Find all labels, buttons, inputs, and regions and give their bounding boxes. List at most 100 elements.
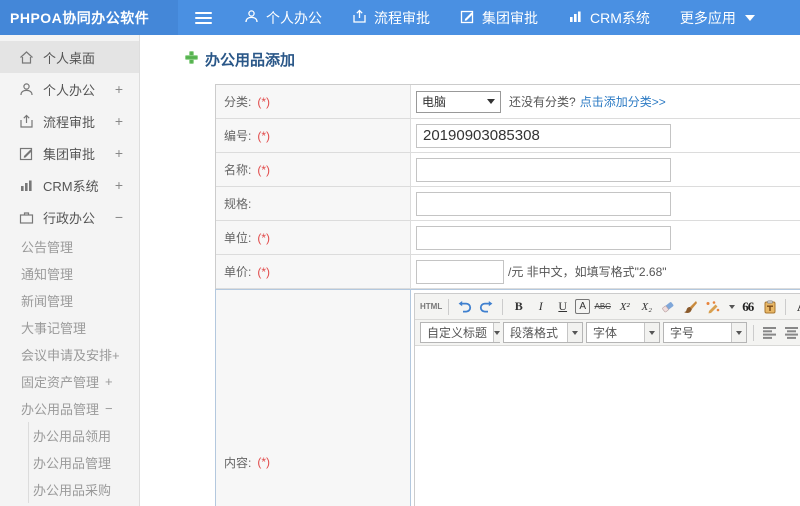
sidebar-item-meeting-request[interactable]: 会议申请及安排+ xyxy=(0,341,139,368)
expand-marker[interactable]: + xyxy=(105,374,113,389)
expand-marker[interactable]: + xyxy=(115,145,123,161)
sidebar-item-crm[interactable]: CRM系统 + xyxy=(0,169,139,201)
main-panel: 办公用品添加 分类: (*) 电脑 还没有分类? 点击添加分类>> 编号: (*… xyxy=(140,35,800,506)
underline-button[interactable]: U xyxy=(553,297,572,317)
sidebar-item-admin-office[interactable]: 行政办公 − xyxy=(0,201,139,233)
font-family-select[interactable]: 字体 xyxy=(586,322,660,343)
quick-format-caret-icon[interactable] xyxy=(729,304,736,309)
nav-workflow-approval[interactable]: 流程审批 xyxy=(352,8,430,28)
form-row-spec: 规格: xyxy=(216,187,800,221)
required-mark: (*) xyxy=(257,455,271,469)
subscript-button[interactable]: X₂ xyxy=(637,297,656,317)
collapse-marker[interactable]: − xyxy=(115,209,123,225)
font-family-select-value: 字体 xyxy=(593,326,618,340)
undo-button[interactable] xyxy=(455,297,474,317)
sidebar-item-label: 办公用品管理 xyxy=(33,456,112,471)
sidebar-item-personal-desktop[interactable]: 个人桌面 xyxy=(0,41,139,73)
dropdown-caret-icon xyxy=(567,323,582,342)
italic-button[interactable]: I xyxy=(531,297,550,317)
hamburger-menu-icon[interactable] xyxy=(195,9,212,27)
edit-icon xyxy=(19,145,35,161)
collapse-marker[interactable]: − xyxy=(105,401,113,416)
spec-input[interactable] xyxy=(416,191,671,216)
nav-personal-office[interactable]: 个人办公 xyxy=(244,8,322,28)
expand-marker[interactable]: + xyxy=(115,81,123,97)
superscript-button[interactable]: X² xyxy=(615,297,634,317)
form-row-category: 分类: (*) 电脑 还没有分类? 点击添加分类>> xyxy=(216,85,800,119)
redo-button[interactable] xyxy=(477,297,496,317)
name-input[interactable] xyxy=(416,157,671,182)
caret-down-icon xyxy=(744,14,755,21)
sidebar-item-label: 大事记管理 xyxy=(21,321,87,336)
dropdown-caret-icon xyxy=(644,323,659,342)
sidebar-item-label: 办公用品领用 xyxy=(33,429,112,444)
sidebar-item-label: 流程审批 xyxy=(43,114,96,130)
quick-format-icon[interactable] xyxy=(703,297,722,317)
strikethrough-button[interactable]: ABC xyxy=(593,297,612,317)
required-mark: (*) xyxy=(257,264,271,279)
font-color-button[interactable]: A xyxy=(792,297,800,317)
category-selected-value: 电脑 xyxy=(422,95,447,109)
paragraph-select-value: 段落格式 xyxy=(510,326,559,340)
toolbar-separator xyxy=(502,298,504,315)
code-input[interactable] xyxy=(416,123,671,148)
price-suffix-hint: /元 非中文，如填写格式"2.68" xyxy=(508,265,667,279)
nav-label: 更多应用 xyxy=(679,9,736,26)
sidebar-item-label: 通知管理 xyxy=(21,267,74,282)
sidebar-item-supplies-manage[interactable]: 办公用品管理 xyxy=(29,449,139,476)
bold-button[interactable]: B xyxy=(509,297,528,317)
sidebar-item-label: 会议申请及安排+ xyxy=(21,348,120,363)
paintbrush-icon[interactable] xyxy=(681,297,700,317)
form-row-content: 内容: (*) HTML B I U A ABC X² X₂ 66 自定义标题 … xyxy=(215,289,800,506)
paragraph-select[interactable]: 段落格式 xyxy=(503,322,583,343)
heading-select[interactable]: 自定义标题 xyxy=(420,322,501,343)
sidebar-item-label: 办公用品采购 xyxy=(33,483,112,498)
add-category-link[interactable]: 点击添加分类>> xyxy=(580,93,666,110)
sidebar-item-personal-office[interactable]: 个人办公 + xyxy=(0,73,139,105)
sidebar-item-memorabilia-mgmt[interactable]: 大事记管理 xyxy=(0,314,139,341)
bar-chart-icon xyxy=(568,9,583,27)
sidebar-item-fixed-assets[interactable]: 固定资产管理 + xyxy=(0,368,139,395)
nav-crm-system[interactable]: CRM系统 xyxy=(568,8,650,28)
sidebar-item-office-supplies-mgmt[interactable]: 办公用品管理 − xyxy=(0,395,139,422)
briefcase-icon xyxy=(19,209,35,225)
blockquote-button[interactable]: 66 xyxy=(738,297,757,317)
form-row-name: 名称: (*) xyxy=(216,153,800,187)
page-title-row: 办公用品添加 xyxy=(140,35,800,84)
sidebar-item-label: 办公用品管理 xyxy=(21,402,100,417)
sidebar-item-announcement-mgmt[interactable]: 公告管理 xyxy=(0,233,139,260)
share-icon xyxy=(352,9,367,27)
text-border-button[interactable]: A xyxy=(575,299,591,314)
sidebar-item-supplies-purchase[interactable]: 办公用品采购 xyxy=(29,476,139,503)
price-label: 单价: xyxy=(224,265,252,279)
app-window: PHPOA协同办公软件 个人办公 流程审批 集团审批 CRM系统 更多应用 个人… xyxy=(0,0,800,506)
sidebar-item-news-mgmt[interactable]: 新闻管理 xyxy=(0,287,139,314)
nav-label: 个人办公 xyxy=(266,9,322,26)
add-plus-icon xyxy=(185,50,198,69)
price-input[interactable] xyxy=(416,259,504,284)
sidebar-item-workflow-approval[interactable]: 流程审批 + xyxy=(0,105,139,137)
editor-toolbar-row2: 自定义标题 段落格式 字体 字号 xyxy=(415,320,800,346)
font-size-select[interactable]: 字号 xyxy=(663,322,747,343)
toolbar-separator xyxy=(785,298,787,315)
align-left-icon[interactable] xyxy=(760,323,779,343)
heading-select-value: 自定义标题 xyxy=(427,326,488,340)
editor-content-area[interactable] xyxy=(415,346,800,506)
align-center-icon[interactable] xyxy=(782,323,800,343)
editor-toolbar-row1: HTML B I U A ABC X² X₂ 66 xyxy=(415,294,800,320)
nav-more-apps[interactable]: 更多应用 xyxy=(680,8,755,28)
sidebar-item-notice-mgmt[interactable]: 通知管理 xyxy=(0,260,139,287)
user-icon xyxy=(19,81,35,97)
page-title: 办公用品添加 xyxy=(205,52,296,69)
unit-input[interactable] xyxy=(416,225,671,250)
remove-format-eraser-icon[interactable] xyxy=(659,297,678,317)
expand-marker[interactable]: + xyxy=(115,177,123,193)
sidebar-sublevel: 办公用品领用 办公用品管理 办公用品采购 xyxy=(28,422,139,503)
nav-group-approval[interactable]: 集团审批 xyxy=(460,8,538,28)
sidebar-item-group-approval[interactable]: 集团审批 + xyxy=(0,137,139,169)
html-source-button[interactable]: HTML xyxy=(420,297,442,317)
expand-marker[interactable]: + xyxy=(115,113,123,129)
sidebar-item-supplies-receive[interactable]: 办公用品领用 xyxy=(29,422,139,449)
category-select[interactable]: 电脑 xyxy=(416,90,501,113)
paste-text-icon[interactable] xyxy=(760,297,779,317)
